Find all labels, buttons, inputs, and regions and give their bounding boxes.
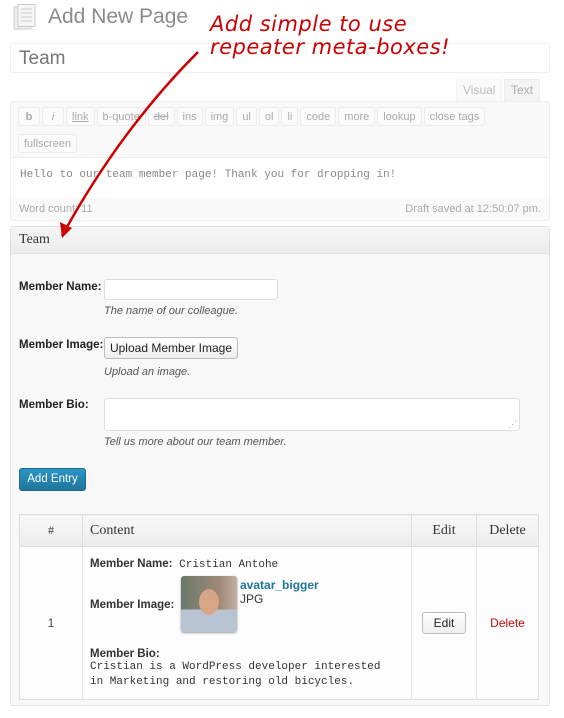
- annotation-arrow-icon: [60, 51, 199, 238]
